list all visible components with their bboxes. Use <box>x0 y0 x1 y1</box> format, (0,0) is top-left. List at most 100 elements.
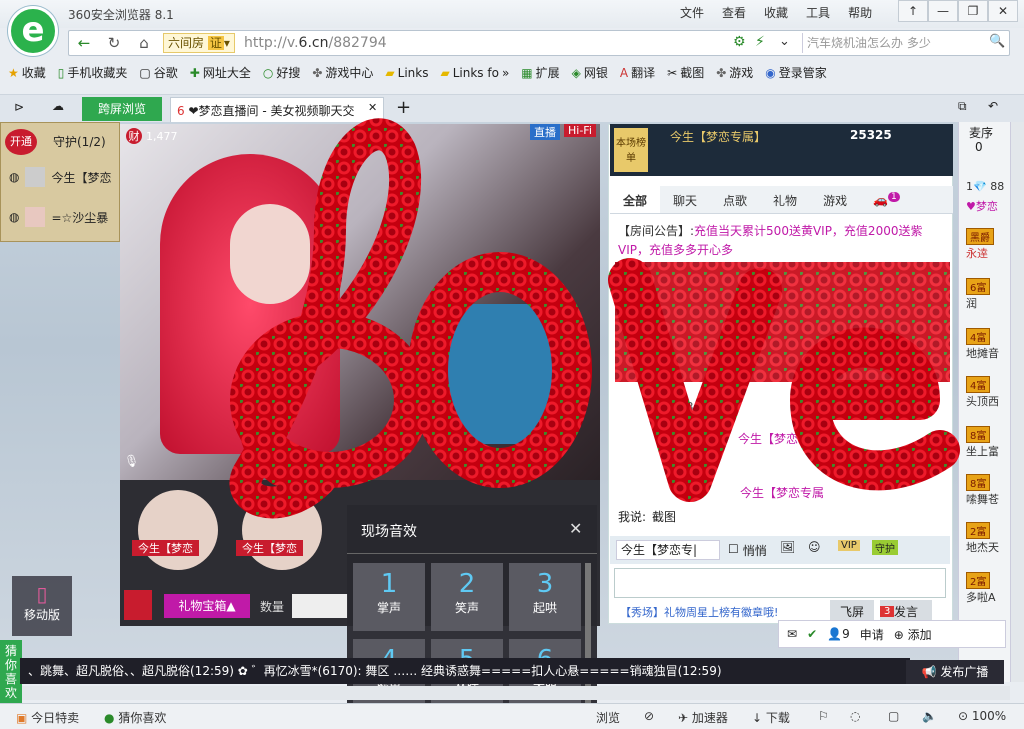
bookmark-bank[interactable]: ◈ 网银 <box>572 64 608 81</box>
microphone-icon[interactable]: 🎙 <box>124 454 139 468</box>
car-icon[interactable]: 🚗 1 <box>860 186 913 213</box>
daily-deal-link[interactable]: ▣ 今日特卖 <box>16 709 79 726</box>
speed-icon[interactable]: ⊘ <box>644 709 654 723</box>
guard-badge-icon[interactable]: 守护 <box>872 540 898 555</box>
vertical-scrollbar[interactable] <box>1010 122 1024 682</box>
undo-icon[interactable]: ↶ <box>988 99 998 113</box>
guard-member[interactable]: ◍ =☆沙尘暴 <box>9 207 108 227</box>
seat-avatar[interactable] <box>242 490 322 570</box>
add-link[interactable]: ⊕ 添加 <box>894 626 932 643</box>
more-icon[interactable]: » <box>502 66 509 80</box>
rank-entry[interactable]: 6富润 <box>966 278 991 311</box>
rank-entry[interactable]: 4富 头顶西 <box>966 376 999 409</box>
chat-input[interactable] <box>614 568 946 598</box>
mobile-version-button[interactable]: ▯ 移动版 <box>12 576 72 636</box>
bookmark-links-fo[interactable]: ▰ Links fo » <box>440 64 509 81</box>
rank-entry[interactable]: ♥梦恋 <box>966 198 998 214</box>
bookmark-favorites[interactable]: ★ 收藏 <box>8 64 46 81</box>
menu-tools[interactable]: 工具 <box>806 4 830 21</box>
bookmark-links[interactable]: ▰ Links <box>385 64 428 81</box>
guard-member[interactable]: ◍ 今生【梦恋 <box>9 167 112 187</box>
rank-entry[interactable]: 2富 地杰天 <box>966 522 999 555</box>
bookmark-game[interactable]: ✤ 游戏 <box>716 64 753 81</box>
flag-icon[interactable]: ⚐ <box>818 709 829 723</box>
tab-songs[interactable]: 点歌 <box>710 186 760 213</box>
rank-entry[interactable]: 2富 多啦A <box>966 572 996 605</box>
maximize-button[interactable]: ❐ <box>958 0 988 22</box>
window-icon[interactable]: ▢ <box>888 709 899 723</box>
target-user-select[interactable]: 今生【梦恋专| <box>616 540 720 560</box>
menu-help[interactable]: 帮助 <box>848 4 872 21</box>
menu-view[interactable]: 查看 <box>722 4 746 21</box>
rank-entry[interactable]: 黑爵 永逹 <box>966 228 994 261</box>
image-icon[interactable]: 🖼 <box>780 540 795 554</box>
menu-file[interactable]: 文件 <box>680 4 704 21</box>
chat-user[interactable]: 贵利王 <box>656 430 692 447</box>
sidebar-toggle-icon[interactable]: ⊳ <box>14 100 24 114</box>
sound-button-laugh[interactable]: 2 笑声 <box>431 563 503 631</box>
bookmark-directory[interactable]: ✚ 网址大全 <box>190 64 251 81</box>
sound-button-applause[interactable]: 1 掌声 <box>353 563 425 631</box>
whisper-checkbox[interactable]: ☐ 悄悄 <box>728 542 767 559</box>
gift-box-button[interactable]: 礼物宝箱▲ <box>164 594 250 618</box>
back-icon[interactable]: ← <box>71 33 97 53</box>
guess-you-like-tab[interactable]: 猜你喜欢 <box>0 640 22 704</box>
download-button[interactable]: ↓ 下载 <box>752 709 790 726</box>
emoji-icon[interactable]: ☺ <box>808 540 821 554</box>
vip-icon[interactable]: VIP <box>838 540 860 551</box>
speed-icon[interactable]: ⚡ <box>755 34 765 50</box>
browser-logo-icon[interactable]: e <box>8 6 58 56</box>
horizontal-scrollbar[interactable] <box>22 686 1010 700</box>
refresh-icon[interactable]: ↻ <box>101 33 127 53</box>
accelerator-button[interactable]: ✈ 加速器 <box>678 709 728 726</box>
bookmark-haosou[interactable]: ○ 好搜 <box>263 64 301 81</box>
close-tab-icon[interactable]: ✕ <box>368 101 377 114</box>
rank-entry[interactable]: 8富 嗦舞苍 <box>966 474 999 507</box>
chat-user[interactable]: 今生【梦恋专属 <box>738 430 822 447</box>
tab-chat[interactable]: 聊天 <box>660 186 710 213</box>
search-input[interactable]: 汽车烧机油怎么办 多少 <box>802 33 1008 53</box>
bookmark-translate[interactable]: A 翻译 <box>620 64 655 81</box>
apply-link[interactable]: 申请 <box>860 626 884 643</box>
tab-gifts[interactable]: 礼物 <box>760 186 810 213</box>
check-icon[interactable]: ✔ <box>807 627 817 641</box>
quantity-input[interactable] <box>292 594 348 618</box>
room-list-button[interactable]: 本场榜单 <box>614 128 648 172</box>
browse-mode[interactable]: 浏览 <box>596 709 620 726</box>
volume-icon[interactable]: 🔈 <box>922 709 937 723</box>
menu-favorites[interactable]: 收藏 <box>764 4 788 21</box>
user-count[interactable]: 👤9 <box>827 627 850 641</box>
rank-entry[interactable]: 8富 坐上富 <box>966 426 999 459</box>
open-guard-button[interactable]: 开通 <box>5 129 37 155</box>
url-input[interactable]: http://v.6.cn/882794 <box>244 35 387 51</box>
bookmark-screenshot[interactable]: ✂ 截图 <box>667 64 704 81</box>
close-button[interactable]: ✕ <box>988 0 1018 22</box>
rank-entry[interactable]: 1💎 88 <box>966 180 1004 193</box>
pin-button[interactable]: ↑ <box>898 0 928 22</box>
quality-badge[interactable]: Hi-Fi <box>564 124 596 137</box>
video-player[interactable]: 财 1,477 直播 Hi-Fi 🎙 <box>120 124 600 480</box>
bookmark-extensions[interactable]: ▦ 扩展 <box>521 64 559 81</box>
cloud-icon[interactable]: ☁ <box>52 99 64 113</box>
search-icon[interactable]: 🔍 <box>989 34 1005 49</box>
chat-user[interactable]: 今生【梦恋专属 <box>740 484 824 501</box>
tab-cross-screen[interactable]: 跨屏浏览 <box>82 97 162 121</box>
publish-broadcast-button[interactable]: 📢 发布广播 <box>906 660 1004 684</box>
restore-tabs-icon[interactable]: ⧉ <box>958 99 967 114</box>
tab-games[interactable]: 游戏 <box>810 186 860 213</box>
mail-icon[interactable]: ✉ <box>787 627 797 641</box>
seat-avatar[interactable] <box>138 490 218 570</box>
site-tag[interactable]: 六间房 证 ▾ <box>163 33 235 53</box>
secure-icon[interactable]: ⚙ <box>733 34 746 50</box>
translate-icon[interactable]: ◌ <box>850 709 860 723</box>
bookmark-google[interactable]: ▢ 谷歌 <box>139 64 177 81</box>
bookmark-mobile[interactable]: ▯ 手机收藏夹 <box>58 64 128 81</box>
tab-all[interactable]: 全部 <box>610 186 661 213</box>
minimize-button[interactable]: — <box>928 0 958 22</box>
chevron-down-icon[interactable]: ⌄ <box>779 34 790 49</box>
close-icon[interactable]: ✕ <box>569 519 582 538</box>
red-envelope-icon[interactable] <box>124 590 152 620</box>
tab-active[interactable]: 6 ❤梦恋直播间 - 美女视频聊天交 <box>170 97 384 123</box>
bookmark-login[interactable]: ◉ 登录管家 <box>765 64 827 81</box>
rank-entry[interactable]: 4富 地摊音 <box>966 328 999 361</box>
